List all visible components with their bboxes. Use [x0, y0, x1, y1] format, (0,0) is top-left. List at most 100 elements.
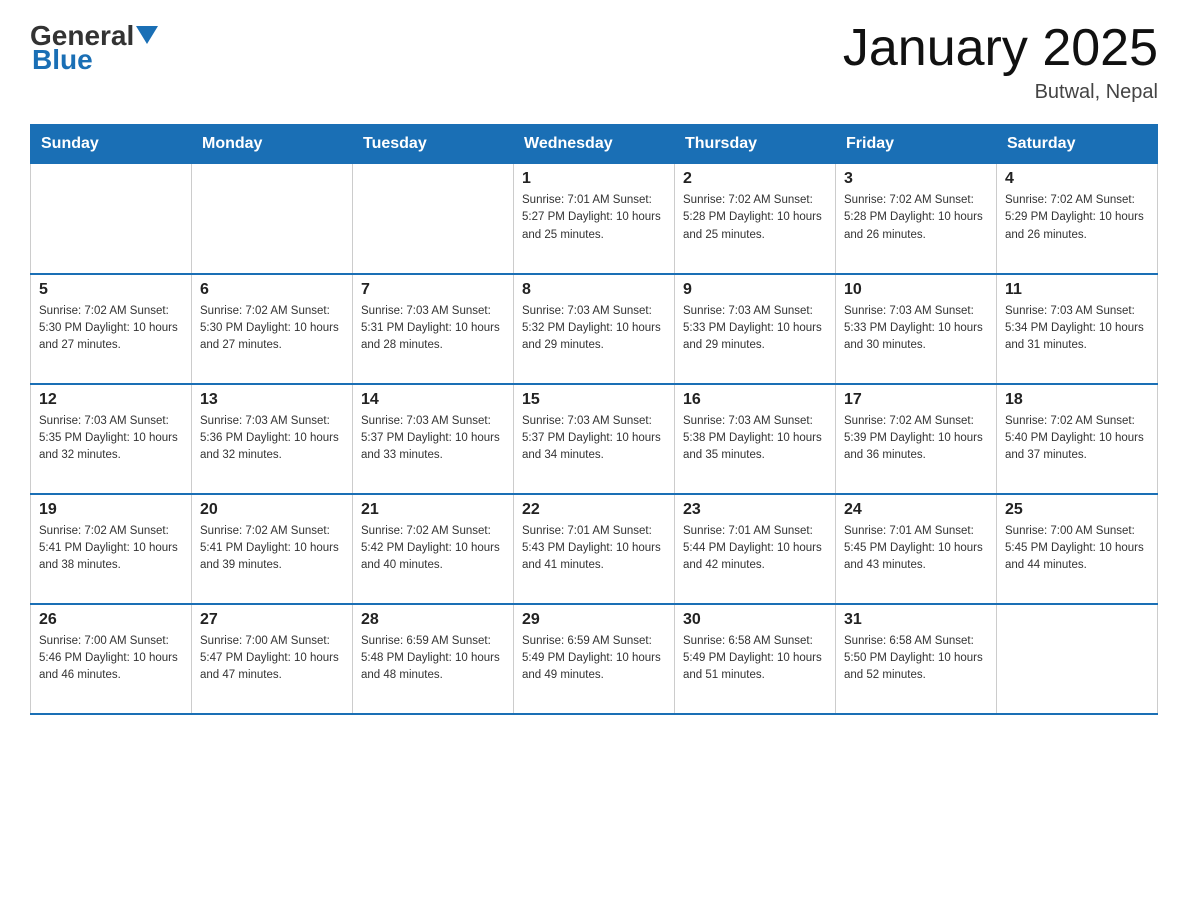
header-wednesday: Wednesday	[514, 125, 675, 164]
header-tuesday: Tuesday	[353, 125, 514, 164]
calendar-cell: 27 Sunrise: 7:00 AM Sunset: 5:47 PM Dayli…	[192, 604, 353, 714]
day-info: Sunrise: 6:58 AM Sunset: 5:49 PM Dayligh…	[683, 633, 827, 685]
day-number: 30	[683, 611, 827, 629]
calendar-cell: 20 Sunrise: 7:02 AM Sunset: 5:41 PM Dayli…	[192, 494, 353, 604]
calendar-cell: 10Sunrise: 7:03 AM Sunset: 5:33 PM Dayli…	[836, 274, 997, 384]
day-info: Sunrise: 6:59 AM Sunset: 5:49 PM Dayligh…	[522, 633, 666, 685]
day-info: Sunrise: 7:00 AM Sunset: 5:47 PM Dayligh…	[200, 633, 344, 685]
logo-triangle-icon	[136, 26, 158, 48]
day-info: Sunrise: 7:00 AM Sunset: 5:46 PM Dayligh…	[39, 633, 183, 685]
calendar-cell: 30 Sunrise: 6:58 AM Sunset: 5:49 PM Dayli…	[675, 604, 836, 714]
day-info: Sunrise: 7:02 AM Sunset: 5:41 PM Dayligh…	[200, 523, 344, 575]
calendar-cell: 5 Sunrise: 7:02 AM Sunset: 5:30 PM Daylig…	[31, 274, 192, 384]
day-info: Sunrise: 7:02 AM Sunset: 5:29 PM Dayligh…	[1005, 192, 1149, 244]
calendar-cell: 26 Sunrise: 7:00 AM Sunset: 5:46 PM Dayli…	[31, 604, 192, 714]
calendar-cell: 31Sunrise: 6:58 AM Sunset: 5:50 PM Dayli…	[836, 604, 997, 714]
day-number: 11	[1005, 281, 1149, 299]
day-info: Sunrise: 7:03 AM Sunset: 5:37 PM Dayligh…	[522, 413, 666, 465]
calendar-cell	[192, 164, 353, 274]
calendar-cell: 12 Sunrise: 7:03 AM Sunset: 5:35 PM Dayli…	[31, 384, 192, 494]
header-monday: Monday	[192, 125, 353, 164]
day-info: Sunrise: 7:03 AM Sunset: 5:37 PM Dayligh…	[361, 413, 505, 465]
day-info: Sunrise: 7:01 AM Sunset: 5:44 PM Dayligh…	[683, 523, 827, 575]
day-info: Sunrise: 7:02 AM Sunset: 5:40 PM Dayligh…	[1005, 413, 1149, 465]
day-number: 26	[39, 611, 183, 629]
day-number: 20	[200, 501, 344, 519]
day-info: Sunrise: 7:01 AM Sunset: 5:27 PM Dayligh…	[522, 192, 666, 244]
day-info: Sunrise: 7:03 AM Sunset: 5:34 PM Dayligh…	[1005, 303, 1149, 355]
week-row-3: 12 Sunrise: 7:03 AM Sunset: 5:35 PM Dayli…	[31, 384, 1158, 494]
title-section: January 2025 Butwal, Nepal	[843, 20, 1158, 104]
day-info: Sunrise: 7:03 AM Sunset: 5:35 PM Dayligh…	[39, 413, 183, 465]
calendar-cell: 22Sunrise: 7:01 AM Sunset: 5:43 PM Dayli…	[514, 494, 675, 604]
day-number: 1	[522, 170, 666, 188]
day-number: 9	[683, 281, 827, 299]
day-number: 19	[39, 501, 183, 519]
header-sunday: Sunday	[31, 125, 192, 164]
day-info: Sunrise: 7:02 AM Sunset: 5:30 PM Dayligh…	[39, 303, 183, 355]
calendar-cell: 1 Sunrise: 7:01 AM Sunset: 5:27 PM Daylig…	[514, 164, 675, 274]
header-saturday: Saturday	[997, 125, 1158, 164]
day-number: 23	[683, 501, 827, 519]
calendar-cell: 29 Sunrise: 6:59 AM Sunset: 5:49 PM Dayli…	[514, 604, 675, 714]
day-number: 22	[522, 501, 666, 519]
day-info: Sunrise: 7:01 AM Sunset: 5:45 PM Dayligh…	[844, 523, 988, 575]
day-info: Sunrise: 7:03 AM Sunset: 5:31 PM Dayligh…	[361, 303, 505, 355]
calendar-cell	[31, 164, 192, 274]
calendar-cell: 19 Sunrise: 7:02 AM Sunset: 5:41 PM Dayli…	[31, 494, 192, 604]
calendar-cell: 24 Sunrise: 7:01 AM Sunset: 5:45 PM Dayli…	[836, 494, 997, 604]
day-info: Sunrise: 7:02 AM Sunset: 5:39 PM Dayligh…	[844, 413, 988, 465]
logo: General Blue	[30, 20, 158, 76]
day-number: 3	[844, 170, 988, 188]
calendar-cell	[353, 164, 514, 274]
day-info: Sunrise: 7:02 AM Sunset: 5:28 PM Dayligh…	[683, 192, 827, 244]
calendar-cell: 2 Sunrise: 7:02 AM Sunset: 5:28 PM Daylig…	[675, 164, 836, 274]
day-info: Sunrise: 7:02 AM Sunset: 5:30 PM Dayligh…	[200, 303, 344, 355]
day-number: 29	[522, 611, 666, 629]
day-number: 6	[200, 281, 344, 299]
day-number: 27	[200, 611, 344, 629]
day-number: 15	[522, 391, 666, 409]
day-number: 17	[844, 391, 988, 409]
calendar-title: January 2025	[843, 20, 1158, 77]
day-info: Sunrise: 7:02 AM Sunset: 5:41 PM Dayligh…	[39, 523, 183, 575]
day-number: 4	[1005, 170, 1149, 188]
calendar-cell: 8Sunrise: 7:03 AM Sunset: 5:32 PM Daylig…	[514, 274, 675, 384]
day-number: 8	[522, 281, 666, 299]
day-number: 7	[361, 281, 505, 299]
day-number: 2	[683, 170, 827, 188]
day-info: Sunrise: 6:58 AM Sunset: 5:50 PM Dayligh…	[844, 633, 988, 685]
calendar-table: SundayMondayTuesdayWednesdayThursdayFrid…	[30, 124, 1158, 715]
calendar-cell: 11 Sunrise: 7:03 AM Sunset: 5:34 PM Dayli…	[997, 274, 1158, 384]
calendar-cell: 9Sunrise: 7:03 AM Sunset: 5:33 PM Daylig…	[675, 274, 836, 384]
logo-blue-text: Blue	[32, 44, 93, 76]
day-info: Sunrise: 7:00 AM Sunset: 5:45 PM Dayligh…	[1005, 523, 1149, 575]
day-number: 12	[39, 391, 183, 409]
calendar-cell: 14 Sunrise: 7:03 AM Sunset: 5:37 PM Dayli…	[353, 384, 514, 494]
day-number: 24	[844, 501, 988, 519]
calendar-cell: 17 Sunrise: 7:02 AM Sunset: 5:39 PM Dayli…	[836, 384, 997, 494]
calendar-header-row: SundayMondayTuesdayWednesdayThursdayFrid…	[31, 125, 1158, 164]
day-info: Sunrise: 7:02 AM Sunset: 5:28 PM Dayligh…	[844, 192, 988, 244]
day-number: 5	[39, 281, 183, 299]
calendar-cell: 23 Sunrise: 7:01 AM Sunset: 5:44 PM Dayli…	[675, 494, 836, 604]
day-info: Sunrise: 7:02 AM Sunset: 5:42 PM Dayligh…	[361, 523, 505, 575]
week-row-2: 5 Sunrise: 7:02 AM Sunset: 5:30 PM Daylig…	[31, 274, 1158, 384]
day-info: Sunrise: 7:03 AM Sunset: 5:33 PM Dayligh…	[844, 303, 988, 355]
page-header: General Blue January 2025 Butwal, Nepal	[30, 20, 1158, 104]
header-friday: Friday	[836, 125, 997, 164]
day-info: Sunrise: 6:59 AM Sunset: 5:48 PM Dayligh…	[361, 633, 505, 685]
calendar-cell: 13Sunrise: 7:03 AM Sunset: 5:36 PM Dayli…	[192, 384, 353, 494]
calendar-cell: 15 Sunrise: 7:03 AM Sunset: 5:37 PM Dayli…	[514, 384, 675, 494]
day-number: 14	[361, 391, 505, 409]
calendar-cell: 4 Sunrise: 7:02 AM Sunset: 5:29 PM Daylig…	[997, 164, 1158, 274]
day-number: 21	[361, 501, 505, 519]
calendar-cell: 25 Sunrise: 7:00 AM Sunset: 5:45 PM Dayli…	[997, 494, 1158, 604]
calendar-cell: 6 Sunrise: 7:02 AM Sunset: 5:30 PM Daylig…	[192, 274, 353, 384]
day-number: 13	[200, 391, 344, 409]
week-row-5: 26 Sunrise: 7:00 AM Sunset: 5:46 PM Dayli…	[31, 604, 1158, 714]
calendar-cell: 16Sunrise: 7:03 AM Sunset: 5:38 PM Dayli…	[675, 384, 836, 494]
week-row-4: 19 Sunrise: 7:02 AM Sunset: 5:41 PM Dayli…	[31, 494, 1158, 604]
day-number: 25	[1005, 501, 1149, 519]
calendar-subtitle: Butwal, Nepal	[843, 81, 1158, 104]
